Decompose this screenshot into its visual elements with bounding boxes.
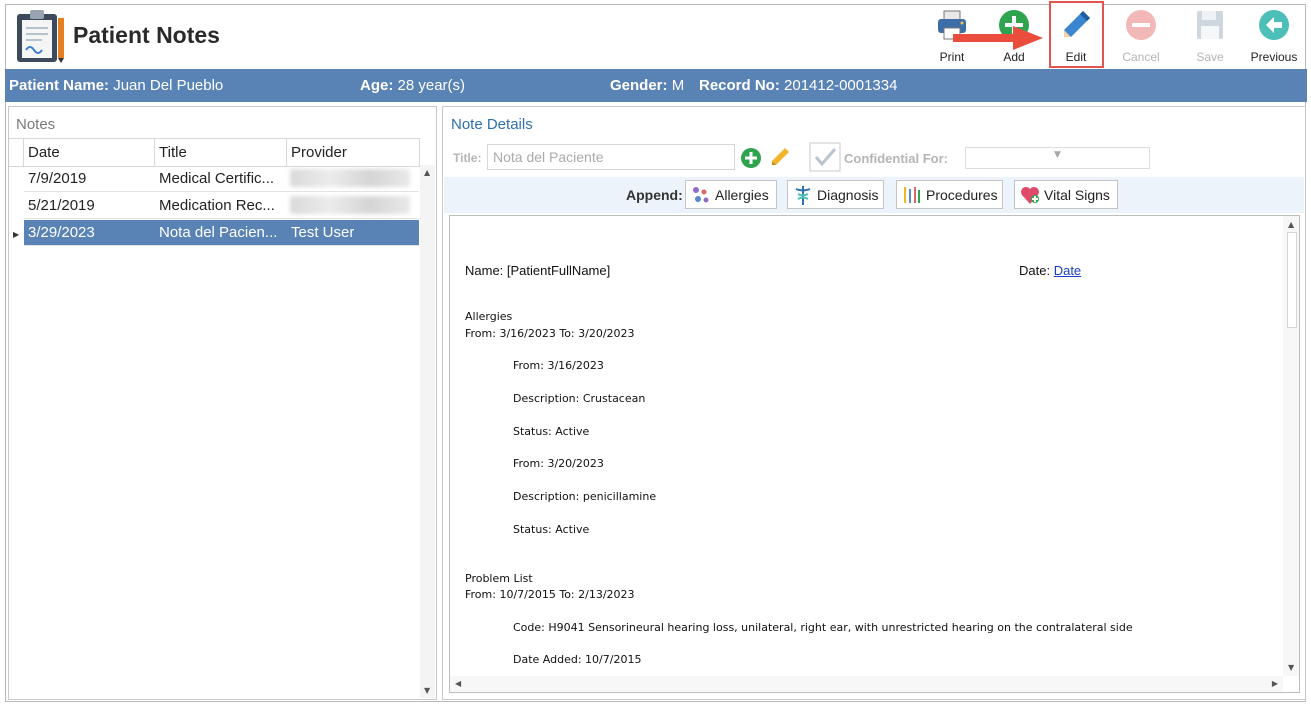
patient-name: Patient Name: Juan Del Pueblo: [9, 77, 224, 94]
table-row[interactable]: 7/9/2019 Medical Certific...: [24, 166, 419, 192]
caduceus-icon: [795, 186, 811, 205]
patient-record: Record No: 201412-0001334: [699, 77, 898, 94]
title-label: Title:: [453, 151, 482, 165]
medical-tools-icon: [904, 187, 920, 203]
chevron-down-icon: ▼: [1054, 150, 1061, 160]
scroll-down-icon[interactable]: ▼: [1288, 663, 1294, 672]
add-label: Add: [1003, 50, 1025, 64]
row-title: Medication Rec...: [159, 197, 275, 214]
row-date: 3/29/2023: [28, 224, 95, 241]
arrow-left-circle-icon: [1259, 10, 1289, 40]
row-title: Medical Certific...: [159, 170, 275, 187]
note-details-title: Note Details: [451, 116, 533, 133]
confidential-select[interactable]: ▼: [965, 147, 1150, 169]
note-details-panel: Note Details Title: Nota del Paciente Co…: [442, 106, 1306, 700]
add-title-icon[interactable]: [740, 147, 762, 169]
append-diagnosis-label: Diagnosis: [817, 187, 879, 203]
scroll-thumb[interactable]: [1287, 232, 1297, 328]
date-field-link[interactable]: Date: [1054, 263, 1081, 278]
patient-age: Age: 28 year(s): [360, 77, 466, 94]
doc-line: Code: H9041 Sensorineural hearing loss, …: [513, 621, 1133, 634]
redacted-provider: [290, 169, 410, 187]
confidential-checkbox-icon[interactable]: [809, 142, 841, 172]
doc-line: Problem List: [465, 572, 533, 585]
pencil-icon: [1064, 11, 1090, 37]
cancel-button[interactable]: Cancel: [1110, 6, 1172, 66]
append-label: Append:: [626, 187, 683, 203]
previous-button[interactable]: Previous: [1243, 6, 1305, 66]
title-input[interactable]: Nota del Paciente: [487, 144, 735, 170]
notes-scrollbar[interactable]: ▲ ▼: [420, 165, 435, 698]
scroll-right-icon[interactable]: ▶: [1272, 679, 1278, 688]
row-date: 5/21/2019: [28, 197, 95, 214]
append-procedures-button[interactable]: Procedures: [896, 180, 1003, 209]
edit-button[interactable]: Edit: [1045, 6, 1107, 66]
page-title: Patient Notes: [73, 22, 220, 48]
row-date: 7/9/2019: [28, 170, 87, 187]
redacted-provider: [290, 196, 410, 214]
table-row-selected[interactable]: 3/29/2023 Nota del Pacien... Test User: [24, 220, 419, 246]
doc-line: Description: penicillamine: [513, 490, 657, 503]
column-header-title[interactable]: Title: [159, 144, 187, 161]
grid-header: Date Title Provider: [9, 138, 420, 167]
print-label: Print: [939, 50, 965, 64]
edit-label: Edit: [1065, 50, 1087, 64]
confidential-label: Confidential For:: [844, 151, 948, 166]
arrow-annotation-icon: [953, 25, 1045, 51]
append-allergies-label: Allergies: [715, 187, 769, 203]
column-header-provider[interactable]: Provider: [291, 144, 347, 161]
scroll-up-icon[interactable]: ▲: [1288, 220, 1294, 229]
doc-line: Date Added: 10/7/2015: [513, 653, 642, 666]
doc-vertical-scrollbar[interactable]: ▲ ▼: [1283, 216, 1299, 676]
save-button[interactable]: Save: [1179, 6, 1241, 66]
edit-title-icon[interactable]: [768, 145, 792, 169]
save-label: Save: [1196, 50, 1224, 64]
patient-gender: Gender: M: [610, 77, 685, 94]
notes-panel: Notes Date Title Provider 7/9/2019 Medic…: [8, 106, 437, 700]
previous-label: Previous: [1250, 50, 1298, 64]
row-indicator-icon: ▶: [13, 230, 20, 239]
row-provider: Test User: [291, 224, 355, 241]
append-vital-signs-button[interactable]: Vital Signs: [1014, 180, 1118, 209]
doc-line: Allergies: [465, 310, 513, 323]
doc-horizontal-scrollbar[interactable]: ◀ ▶: [450, 676, 1283, 692]
scroll-down-icon[interactable]: ▼: [424, 686, 430, 695]
minus-circle-icon: [1126, 10, 1156, 40]
doc-line: From: 3/16/2023: [513, 359, 604, 372]
doc-line: Status: Active: [513, 523, 590, 536]
append-diagnosis-button[interactable]: Diagnosis: [787, 180, 884, 209]
append-allergies-button[interactable]: Allergies: [685, 180, 777, 209]
doc-line: Status: Active: [513, 425, 590, 438]
append-toolbar: Append: Allergies Diagnosis Procedures V…: [444, 177, 1304, 213]
scroll-up-icon[interactable]: ▲: [424, 168, 430, 177]
cancel-label: Cancel: [1122, 50, 1160, 64]
notes-title: Notes: [16, 116, 56, 133]
allergies-icon: [693, 187, 709, 203]
append-vital-signs-label: Vital Signs: [1044, 187, 1110, 203]
patient-info-bar: Patient Name: Juan Del Pueblo Age: 28 ye…: [5, 69, 1307, 102]
column-header-date[interactable]: Date: [28, 144, 60, 161]
append-procedures-label: Procedures: [926, 187, 998, 203]
table-row[interactable]: 5/21/2019 Medication Rec...: [24, 193, 419, 219]
note-document-editor[interactable]: Name: [PatientFullName] Date: Date Aller…: [449, 215, 1300, 693]
floppy-disk-icon: [1197, 11, 1223, 39]
doc-date: Date: Date: [1019, 263, 1082, 278]
clipboard-icon: [14, 8, 66, 64]
heart-pulse-icon: [1021, 187, 1039, 204]
doc-line: From: 10/7/2015 To: 2/13/2023: [465, 588, 635, 601]
doc-line: From: 3/20/2023: [513, 457, 604, 470]
scroll-left-icon[interactable]: ◀: [455, 679, 461, 688]
doc-name-line: Name: [PatientFullName]: [465, 263, 611, 278]
row-title: Nota del Pacien...: [159, 224, 278, 241]
doc-line: From: 3/16/2023 To: 3/20/2023: [465, 327, 635, 340]
doc-line: Description: Crustacean: [513, 392, 646, 405]
